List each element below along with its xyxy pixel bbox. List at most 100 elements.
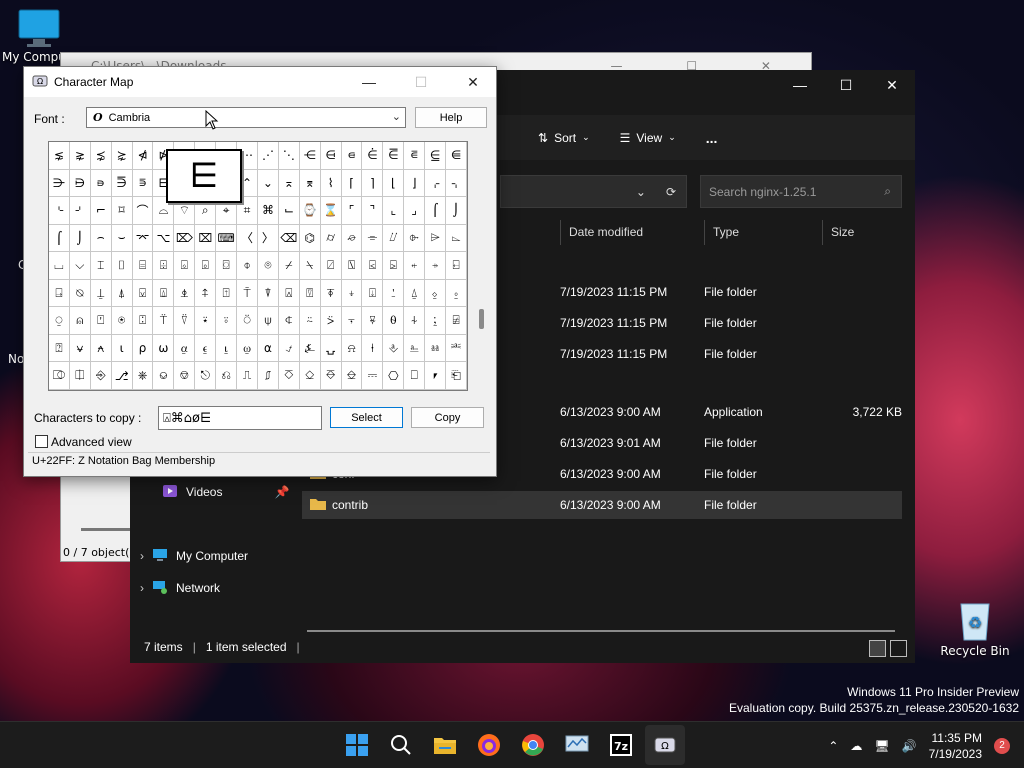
character-cell[interactable]: ⍬ [383,307,405,335]
character-cell[interactable]: ⍅ [404,252,426,280]
character-cell[interactable]: ⎓ [362,362,384,390]
character-cell[interactable]: ⌻ [195,252,217,280]
horizontal-scrollbar[interactable] [307,630,895,632]
character-cell[interactable]: ⎉ [153,362,175,390]
nav-item-videos[interactable]: Videos 📌 [162,479,312,505]
resource-monitor-icon[interactable] [557,725,597,765]
address-bar[interactable]: ⌄ ⟳ [500,175,687,208]
character-cell[interactable]: ⋪ [132,142,154,170]
character-cell[interactable]: 〈 [237,224,258,253]
column-size[interactable]: Size [822,220,902,245]
cloud-offline-icon[interactable]: ☁ [850,739,862,753]
character-cell[interactable]: ⋰ [257,142,279,170]
character-cell[interactable]: ⍫ [362,307,384,335]
character-cell[interactable]: ⌰ [383,224,405,253]
maximize-button[interactable]: ☐ [823,70,869,100]
chevron-right-icon[interactable]: › [140,549,144,563]
more-options-button[interactable]: ... [698,123,726,153]
chevron-right-icon[interactable]: › [140,581,144,595]
character-cell[interactable]: ⍪ [341,307,363,335]
character-cell[interactable]: ⌆ [299,169,321,198]
character-cell[interactable]: ⎕ [404,362,426,390]
character-cell[interactable]: ⍠ [132,307,154,335]
character-cell[interactable]: ⍈ [49,279,70,308]
character-cell[interactable]: ⋵ [362,142,384,170]
character-cell[interactable]: ⍞ [90,307,112,335]
character-cell[interactable]: ⍏ [195,279,217,308]
character-cell[interactable]: ⌭ [320,224,342,253]
character-cell[interactable]: ⌏ [69,197,91,225]
character-cell[interactable]: ⌥ [153,224,175,253]
character-cell[interactable]: ⍲ [90,334,112,363]
character-cell[interactable]: ⌯ [362,224,384,253]
character-cell[interactable]: ⍟ [111,307,133,335]
character-map-window[interactable]: Ω Character Map — ☐ ✕ Font : O Cambria ⌄… [23,66,497,477]
character-cell[interactable]: ⌘ [257,197,279,225]
character-cell[interactable]: ⋼ [90,169,112,198]
character-cell[interactable]: ⌐ [90,197,112,225]
character-cell[interactable]: ⌊ [383,169,405,198]
character-cell[interactable]: ⍕ [320,279,342,308]
character-cell[interactable]: ⍗ [362,279,384,308]
notification-badge[interactable]: 2 [994,737,1010,754]
character-cell[interactable]: ⌹ [153,252,175,280]
character-cell[interactable]: ⌵ [69,252,91,280]
character-cell[interactable]: ⌨ [216,224,238,253]
character-cell[interactable]: ⌌ [425,169,447,198]
character-cell[interactable]: ⌲ [425,224,447,253]
scrollbar-thumb[interactable] [479,309,484,329]
character-cell[interactable]: ⌡ [446,197,467,225]
character-cell[interactable]: ⍉ [69,279,91,308]
character-cell[interactable]: ⌇ [320,169,342,198]
character-cell[interactable]: ⍘ [383,279,405,308]
character-cell[interactable]: ⋩ [111,142,133,170]
character-cell[interactable]: ⋨ [90,142,112,170]
character-cell[interactable]: ⌋ [404,169,426,198]
character-cell[interactable]: ⍣ [195,307,217,335]
nav-item-my-computer[interactable]: › My Computer [140,543,290,569]
character-cell[interactable]: ⋹ [446,142,467,170]
character-cell[interactable]: ⍛ [446,279,467,308]
character-cell[interactable]: ⎐ [299,362,321,390]
character-cell[interactable]: ⋧ [69,142,91,170]
network-status-icon[interactable]: 🖥 [874,739,889,753]
character-cell[interactable]: ⎋ [195,362,217,390]
character-cell[interactable]: ⌉ [362,169,384,198]
character-cell[interactable]: ⍧ [278,307,300,335]
chevron-up-icon[interactable]: ⌃ [828,739,838,753]
character-cell[interactable]: ⌅ [278,169,300,198]
refresh-icon[interactable]: ⟳ [666,185,676,199]
character-cell[interactable]: ⋷ [404,142,426,170]
character-cell[interactable]: ⍡ [153,307,175,335]
character-cell[interactable]: ⎀ [383,334,405,363]
character-cell[interactable]: ⍮ [425,307,447,335]
character-cell[interactable]: ⌢ [90,224,112,253]
character-cell[interactable]: ⍒ [257,279,279,308]
character-cell[interactable]: ⍵ [153,334,175,363]
character-cell[interactable]: ⍯ [446,307,467,335]
character-cell[interactable]: ⎒ [341,362,363,390]
view-button[interactable]: ☰ View ⌄ [612,123,684,153]
character-cell[interactable]: ⎌ [216,362,238,390]
character-map-icon[interactable]: Ω [645,725,685,765]
character-cell[interactable]: ⍙ [404,279,426,308]
character-cell[interactable]: ⌱ [404,224,426,253]
character-cell[interactable]: ⌞ [383,197,405,225]
column-type[interactable]: Type [704,220,822,245]
character-cell[interactable]: ⍜ [49,307,70,335]
character-cell[interactable]: ⍰ [49,334,70,363]
character-cell[interactable]: ⎔ [383,362,405,390]
firefox-icon[interactable] [469,725,509,765]
character-cell[interactable]: ⌠ [49,224,70,253]
volume-icon[interactable]: 🔊 [902,739,917,753]
font-dropdown[interactable]: O Cambria ⌄ [86,107,406,128]
character-cell[interactable]: ⍱ [69,334,91,363]
windows-start-icon[interactable] [337,725,377,765]
character-cell[interactable]: ⌺ [174,252,196,280]
character-cell[interactable]: ⎈ [132,362,154,390]
charmap-titlebar[interactable]: Ω Character Map — ☐ ✕ [24,67,496,97]
character-cell[interactable]: ⌽ [237,252,258,280]
character-cell[interactable]: ⌈ [341,169,363,198]
character-cell[interactable]: ⋾ [132,169,154,198]
character-cell[interactable]: ⎄ [49,362,70,390]
